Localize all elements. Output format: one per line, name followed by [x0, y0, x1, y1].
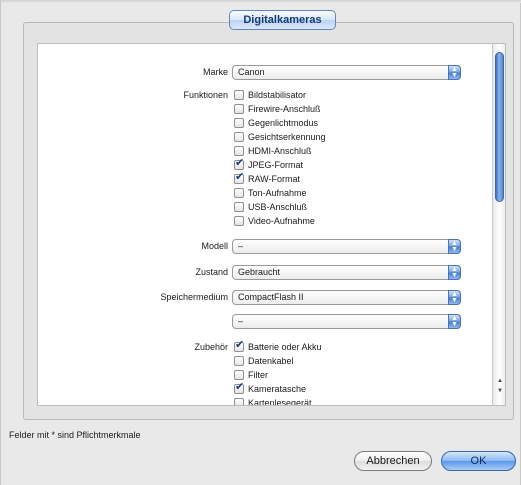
checkbox-box[interactable]: ✔ — [234, 171, 245, 184]
checkbox-gesichtserkennung[interactable]: Gesichtserkennung — [234, 131, 326, 143]
checkbox-raw[interactable]: ✔ RAW-Format — [234, 171, 300, 185]
funktionen-label: Funktionen — [183, 90, 228, 100]
window-top-edge — [1, 0, 521, 3]
checkbox-filter[interactable]: Filter — [234, 369, 268, 381]
required-fields-note: Felder mit * sind Pflichtmerkmale — [9, 430, 141, 440]
checkbox-box[interactable]: ✔ — [234, 381, 245, 394]
checkbox-kameratasche[interactable]: ✔ Kameratasche — [234, 381, 306, 395]
modell-value: – — [238, 241, 244, 251]
checkbox-video[interactable]: Video-Aufnahme — [234, 215, 315, 227]
scroll-up-arrow-icon[interactable]: ▲ — [496, 377, 504, 386]
checkbox-box[interactable] — [234, 188, 244, 198]
scroll-thumb[interactable] — [495, 52, 504, 202]
checkmark-icon: ✔ — [235, 381, 245, 393]
form-panel: Marke Canon ▲ ▼ Funktionen Bildstabilisat… — [37, 43, 506, 406]
popup-arrows-icon: ▲ ▼ — [448, 239, 461, 254]
modell-label: Modell — [201, 241, 228, 251]
vertical-scrollbar[interactable]: ▲ ▼ — [492, 44, 505, 405]
popup-arrows-icon: ▲ ▼ — [448, 265, 461, 280]
checkbox-box[interactable] — [234, 202, 244, 212]
checkbox-kartenlesegeraet[interactable]: Kartenlesegerät — [234, 397, 312, 405]
checkbox-datenkabel[interactable]: Datenkabel — [234, 355, 294, 367]
popup-arrows-icon: ▲ ▼ — [448, 65, 461, 80]
checkbox-firewire[interactable]: Firewire-Anschluß — [234, 103, 321, 115]
marke-popup[interactable]: Canon ▲ ▼ — [232, 65, 461, 80]
speichermedium-popup[interactable]: CompactFlash II ▲ ▼ — [232, 290, 461, 305]
checkbox-gegenlicht[interactable]: Gegenlichtmodus — [234, 117, 318, 129]
scroll-down-arrow-icon[interactable]: ▼ — [496, 387, 504, 396]
checkbox-box[interactable] — [234, 90, 244, 100]
checkbox-box[interactable] — [234, 104, 244, 114]
checkbox-box[interactable] — [234, 118, 244, 128]
modell-popup[interactable]: – ▲ ▼ — [232, 239, 461, 254]
checkbox-box[interactable] — [234, 370, 244, 380]
speichermedium-value-2: – — [238, 316, 244, 326]
marke-label: Marke — [202, 67, 228, 77]
cancel-button[interactable]: Abbrechen — [354, 451, 432, 471]
checkbox-box[interactable] — [234, 356, 244, 366]
checkbox-box[interactable] — [234, 132, 244, 142]
checkbox-ton[interactable]: Ton-Aufnahme — [234, 187, 307, 199]
speichermedium-value: CompactFlash II — [238, 292, 304, 302]
checkbox-box[interactable] — [234, 146, 244, 156]
checkbox-jpeg[interactable]: ✔ JPEG-Format — [234, 157, 303, 171]
checkbox-box[interactable] — [234, 398, 244, 405]
zustand-label: Zustand — [195, 267, 228, 277]
popup-arrows-icon: ▲ ▼ — [448, 290, 461, 305]
zustand-value: Gebraucht — [238, 267, 281, 277]
speichermedium-label: Speichermedium — [160, 292, 228, 302]
checkbox-batterie[interactable]: ✔ Batterie oder Akku — [234, 339, 322, 353]
checkmark-icon: ✔ — [235, 171, 245, 183]
checkbox-usb[interactable]: USB-Anschluß — [234, 201, 307, 213]
dialog-window: Digitalkameras Marke Canon ▲ ▼ Funktionen… — [0, 0, 521, 485]
zubehoer-label: Zubehör — [194, 342, 228, 352]
checkbox-bildstabilisator[interactable]: Bildstabilisator — [234, 89, 306, 101]
zustand-popup[interactable]: Gebraucht ▲ ▼ — [232, 265, 461, 280]
speichermedium-popup-2[interactable]: – ▲ ▼ — [232, 314, 461, 329]
checkbox-hdmi[interactable]: HDMI-Anschluß — [234, 145, 312, 157]
checkbox-box[interactable]: ✔ — [234, 339, 245, 352]
checkmark-icon: ✔ — [235, 157, 245, 169]
marke-value: Canon — [238, 67, 265, 77]
ok-button[interactable]: OK — [441, 451, 516, 471]
group-title: Digitalkameras — [229, 10, 336, 30]
checkmark-icon: ✔ — [235, 339, 245, 351]
checkbox-box[interactable] — [234, 216, 244, 226]
checkbox-box[interactable]: ✔ — [234, 157, 245, 170]
popup-arrows-icon: ▲ ▼ — [448, 314, 461, 329]
